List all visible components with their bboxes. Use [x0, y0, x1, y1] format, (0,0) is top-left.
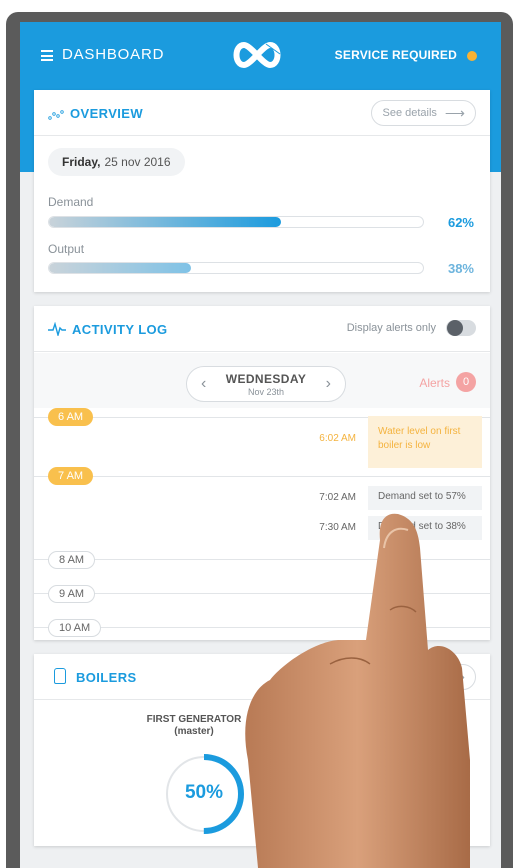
day-date: Nov 23th [247, 387, 285, 397]
event-time: 7:30 AM [319, 522, 356, 533]
demand-progress-fill [49, 217, 281, 227]
output-progress-fill [49, 263, 192, 273]
output-progress-bar [48, 262, 424, 274]
demand-percent: 62% [447, 215, 474, 230]
hour-label-6am: 6 AM [48, 408, 94, 426]
pulse-icon [48, 322, 66, 336]
event-alert[interactable]: Water level on first boiler is low [368, 416, 482, 468]
toggle-knob [447, 320, 463, 336]
status-dot-icon [467, 51, 477, 61]
hour-label-9am: 9 AM [48, 585, 96, 603]
demand-label: Demand [48, 195, 94, 209]
event-time: 7:02 AM [319, 492, 356, 503]
hour-line [34, 559, 490, 560]
arrow-right-icon: ⟶ [444, 104, 465, 121]
hour-label-10am: 10 AM [48, 619, 102, 637]
date-weekday: Friday, [62, 155, 101, 169]
day-navigator: ‹ WEDNESDAY Nov 23th › [186, 366, 346, 402]
overview-details-button[interactable]: See details ⟶ [371, 100, 476, 126]
app-screen: DASHBOARD SERVICE REQUIRED OVERVIEW See … [20, 22, 501, 868]
hour-line [34, 593, 490, 594]
boilers-title: BOILERS [76, 670, 137, 685]
day-name: WEDNESDAY [225, 372, 307, 386]
details-label: See details [382, 107, 437, 119]
output-percent: 38% [447, 261, 474, 276]
app-header: DASHBOARD SERVICE REQUIRED [20, 22, 501, 90]
alerts-label: Alerts [419, 376, 450, 390]
demand-progress-bar [48, 216, 424, 228]
details-label: See details [382, 671, 437, 683]
boiler-icon [54, 668, 66, 684]
hour-line [34, 627, 490, 628]
event-entry[interactable]: Demand set to 38% [368, 516, 482, 540]
hour-line [34, 476, 490, 477]
overview-header: OVERVIEW See details ⟶ [34, 90, 490, 136]
infinity-logo-icon [233, 41, 281, 69]
overview-card: OVERVIEW See details ⟶ Friday, 25 nov 20… [34, 90, 490, 292]
date-value: 25 nov 2016 [104, 155, 171, 169]
generator-name-text: FIRST GENERATOR [146, 714, 242, 725]
boilers-header: BOILERS See details ⟶ [34, 654, 490, 700]
generator-name: FIRST GENERATOR (master) [114, 714, 274, 738]
generator-role: (master) [174, 726, 214, 737]
trend-dots-icon [48, 110, 64, 120]
activity-log-card: ACTIVITY LOG Display alerts only ‹ WEDNE… [34, 306, 490, 640]
generator-percent: 50% [184, 782, 224, 803]
service-status[interactable]: SERVICE REQUIRED [335, 48, 457, 62]
alerts-only-label: Display alerts only [346, 322, 436, 334]
page-title: DASHBOARD [62, 46, 165, 63]
boilers-details-button[interactable]: See details ⟶ [371, 664, 476, 690]
date-badge: Friday, 25 nov 2016 [48, 148, 185, 176]
arrow-right-icon: ⟶ [444, 668, 465, 685]
event-time: 6:02 AM [319, 433, 356, 444]
hour-label-7am: 7 AM [48, 467, 94, 485]
hour-label-8am: 8 AM [48, 551, 96, 569]
event-entry[interactable]: Demand set to 57% [368, 486, 482, 510]
activity-header: ACTIVITY LOG Display alerts only [34, 306, 490, 352]
boilers-card: BOILERS See details ⟶ FIRST GENERATOR (m… [34, 654, 490, 846]
menu-icon[interactable] [41, 50, 53, 61]
activity-title: ACTIVITY LOG [72, 322, 168, 337]
alerts-count-badge: 0 [456, 372, 476, 392]
output-label: Output [48, 242, 85, 256]
chevron-right-icon[interactable]: › [326, 375, 331, 393]
alerts-only-toggle[interactable] [446, 320, 476, 336]
overview-title: OVERVIEW [70, 106, 144, 121]
